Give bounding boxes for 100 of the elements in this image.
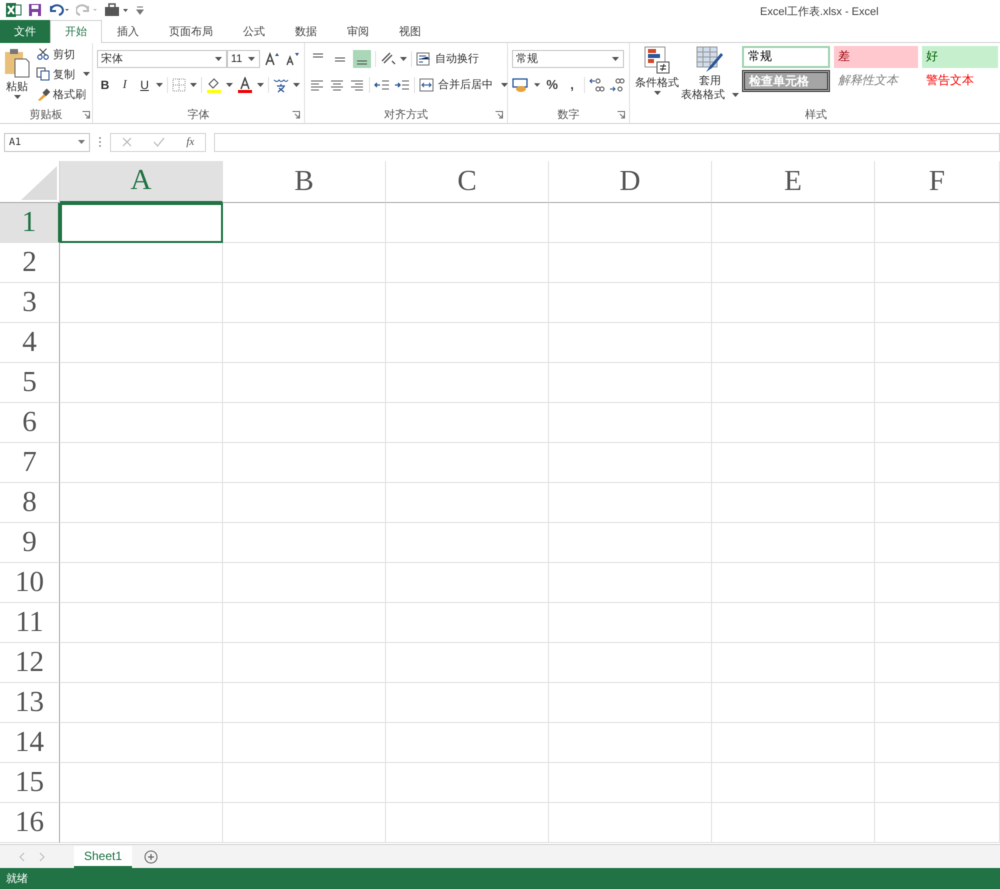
table-cell[interactable] — [223, 682, 386, 723]
table-cell[interactable] — [549, 602, 712, 643]
table-cell[interactable] — [60, 482, 223, 523]
merge-center-button[interactable]: 合并后居中 — [419, 76, 508, 94]
ribbon-tab[interactable]: 插入 — [102, 20, 154, 43]
increase-decimal-icon[interactable] — [589, 76, 605, 93]
table-cell[interactable] — [712, 722, 875, 763]
table-cell[interactable] — [60, 362, 223, 403]
next-sheet-icon[interactable] — [38, 852, 46, 862]
table-cell[interactable] — [875, 522, 1000, 563]
table-cell[interactable] — [549, 482, 712, 523]
table-cell[interactable] — [712, 202, 875, 243]
table-cell[interactable] — [386, 442, 549, 483]
table-cell[interactable] — [549, 522, 712, 563]
table-cell[interactable] — [223, 762, 386, 803]
drag-handle-icon[interactable] — [98, 136, 102, 148]
table-cell[interactable] — [712, 442, 875, 483]
sheet-tab[interactable]: Sheet1 — [74, 846, 132, 868]
shrink-font-icon[interactable] — [284, 50, 300, 67]
row-header[interactable]: 12 — [0, 642, 60, 683]
font-name-field[interactable]: 宋体 — [97, 50, 227, 68]
table-cell[interactable] — [60, 602, 223, 643]
save-icon[interactable] — [28, 2, 42, 17]
column-header[interactable]: D — [549, 160, 712, 203]
dialog-launcher-icon[interactable] — [617, 110, 625, 119]
table-cell[interactable] — [386, 602, 549, 643]
table-cell[interactable] — [875, 762, 1000, 803]
table-cell[interactable] — [223, 242, 386, 283]
table-cell[interactable] — [549, 682, 712, 723]
select-all-corner[interactable] — [21, 166, 57, 200]
caret-icon[interactable] — [400, 56, 407, 61]
table-cell[interactable] — [712, 402, 875, 443]
row-header[interactable]: 13 — [0, 682, 60, 723]
grow-font-icon[interactable] — [264, 50, 280, 67]
table-cell[interactable] — [60, 682, 223, 723]
table-cell[interactable] — [712, 242, 875, 283]
caret-icon[interactable] — [293, 82, 300, 87]
table-cell[interactable] — [875, 682, 1000, 723]
table-cell[interactable] — [712, 322, 875, 363]
ribbon-tab[interactable]: 视图 — [384, 20, 436, 43]
ribbon-tab[interactable]: 公式 — [228, 20, 280, 43]
decrease-decimal-icon[interactable] — [609, 76, 625, 93]
table-cell[interactable] — [60, 562, 223, 603]
table-cell[interactable] — [386, 322, 549, 363]
copy-button[interactable]: 复制 — [36, 66, 90, 83]
number-format-field[interactable]: 常规 — [512, 50, 624, 68]
active-cell[interactable] — [60, 202, 223, 243]
name-box[interactable]: A1 — [4, 132, 90, 152]
table-cell[interactable] — [386, 202, 549, 243]
table-cell[interactable] — [386, 402, 549, 443]
dialog-launcher-icon[interactable] — [82, 110, 90, 119]
currency-icon[interactable] — [512, 76, 530, 93]
table-cell[interactable] — [60, 722, 223, 763]
row-header[interactable]: 14 — [0, 722, 60, 763]
dialog-launcher-icon[interactable] — [292, 110, 300, 119]
table-cell[interactable] — [386, 282, 549, 323]
table-cell[interactable] — [386, 482, 549, 523]
table-cell[interactable] — [386, 722, 549, 763]
table-cell[interactable] — [60, 322, 223, 363]
table-cell[interactable] — [223, 202, 386, 243]
table-cell[interactable] — [549, 282, 712, 323]
table-cell[interactable] — [223, 442, 386, 483]
table-cell[interactable] — [386, 522, 549, 563]
redo-icon[interactable] — [76, 2, 98, 17]
cut-button[interactable]: 剪切 — [36, 46, 90, 63]
conditional-format-button[interactable]: 条件格式 — [634, 46, 680, 107]
table-cell[interactable] — [712, 802, 875, 843]
wrap-text-button[interactable]: 自动换行 — [416, 50, 479, 68]
row-header[interactable]: 2 — [0, 242, 60, 283]
table-cell[interactable] — [549, 402, 712, 443]
table-cell[interactable] — [223, 362, 386, 403]
cell-style-option[interactable]: 好 — [922, 46, 998, 68]
table-cell[interactable] — [549, 202, 712, 243]
table-cell[interactable] — [712, 642, 875, 683]
table-cell[interactable] — [549, 762, 712, 803]
table-cell[interactable] — [223, 642, 386, 683]
table-cell[interactable] — [223, 322, 386, 363]
table-cell[interactable] — [223, 482, 386, 523]
ribbon-tab[interactable]: 开始 — [50, 20, 102, 43]
previous-sheet-icon[interactable] — [18, 852, 26, 862]
customize-toolbar-icon[interactable] — [136, 4, 144, 15]
column-header[interactable]: A — [60, 160, 223, 203]
phonetic-guide-icon[interactable] — [273, 76, 290, 93]
checkmark-icon[interactable] — [153, 137, 166, 148]
table-cell[interactable] — [223, 402, 386, 443]
table-cell[interactable] — [60, 442, 223, 483]
briefcase-icon[interactable] — [104, 2, 130, 17]
table-cell[interactable] — [549, 802, 712, 843]
ribbon-tab[interactable]: 审阅 — [332, 20, 384, 43]
table-cell[interactable] — [875, 722, 1000, 763]
table-cell[interactable] — [386, 362, 549, 403]
table-cell[interactable] — [223, 562, 386, 603]
table-cell[interactable] — [223, 522, 386, 563]
table-cell[interactable] — [386, 682, 549, 723]
row-header[interactable]: 6 — [0, 402, 60, 443]
ribbon-tab[interactable]: 数据 — [280, 20, 332, 43]
caret-icon[interactable] — [190, 82, 198, 87]
caret-icon[interactable] — [534, 82, 540, 87]
font-size-field[interactable]: 11 — [226, 50, 260, 68]
table-cell[interactable] — [712, 562, 875, 603]
